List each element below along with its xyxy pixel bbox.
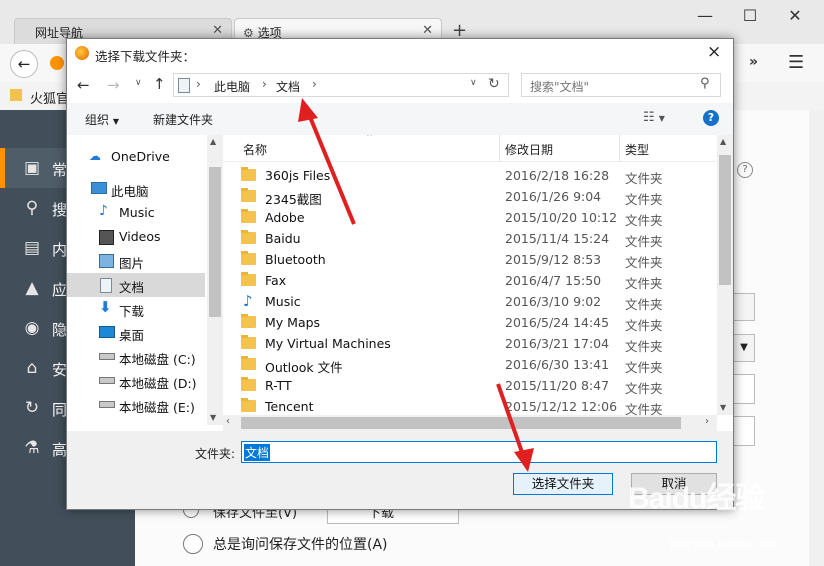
- annotation-arrowhead: [514, 448, 534, 472]
- annotation-arrow-line: [306, 111, 356, 225]
- baidu-watermark: Baidu经验 jingyan.baidu.com: [610, 465, 820, 565]
- annotation-arrow-line: [496, 383, 526, 459]
- watermark-brand: Baidu经验: [628, 482, 765, 515]
- annotation-arrowhead: [298, 98, 318, 122]
- watermark-url: jingyan.baidu.com: [670, 537, 781, 551]
